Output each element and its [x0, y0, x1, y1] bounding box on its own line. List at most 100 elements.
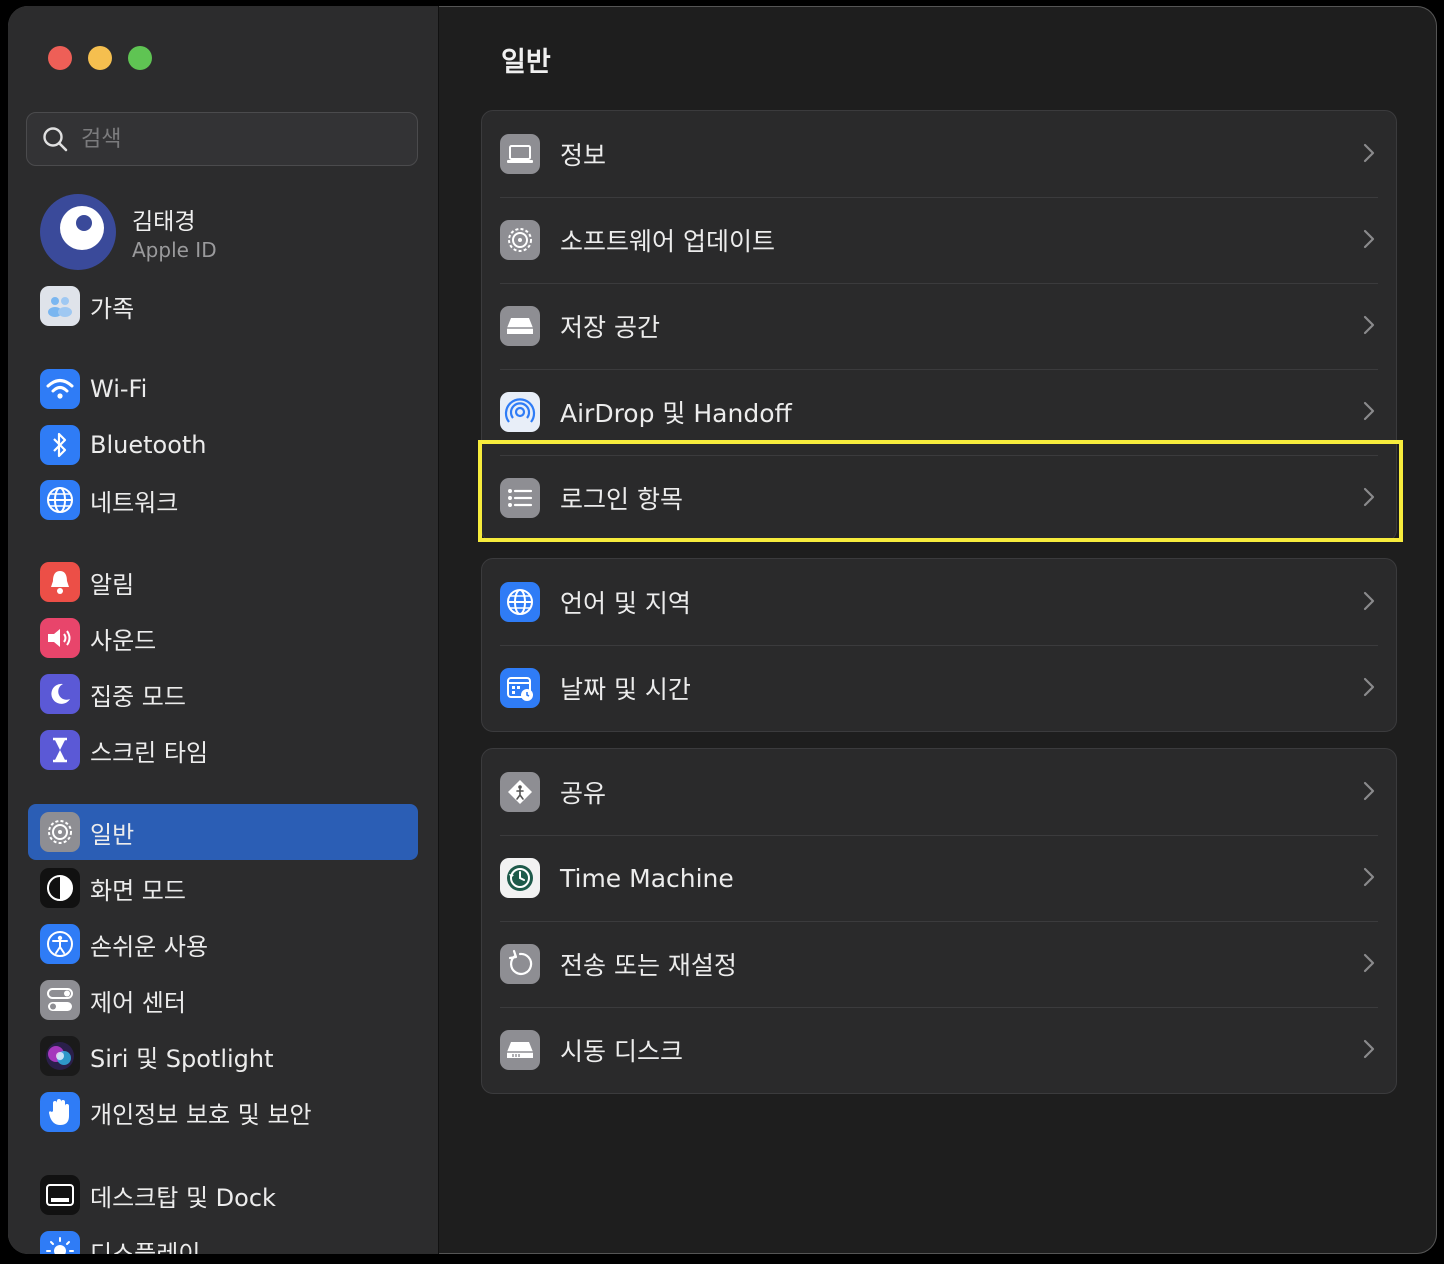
chevron-right-icon — [1363, 591, 1375, 611]
apple-id-account[interactable]: 김태경 Apple ID — [40, 194, 217, 270]
sidebar-item-network[interactable]: 네트워크 — [28, 472, 418, 528]
window-controls — [48, 46, 152, 70]
row-storage[interactable]: 저장 공간 — [482, 283, 1396, 369]
account-subtitle: Apple ID — [132, 238, 217, 262]
row-label: AirDrop 및 Handoff — [560, 399, 792, 428]
sidebar-item-label: Wi-Fi — [90, 375, 148, 403]
row-label: 소프트웨어 업데이트 — [560, 227, 775, 256]
bluetooth-icon — [40, 425, 80, 465]
sidebar-item-siri[interactable]: Siri 및 Spotlight — [28, 1028, 418, 1084]
search-field[interactable] — [26, 112, 418, 166]
list-icon — [500, 478, 540, 518]
sidebar-item-appearance[interactable]: 화면 모드 — [28, 860, 418, 916]
chevron-right-icon — [1363, 229, 1375, 249]
globe-icon — [40, 480, 80, 520]
sidebar-item-label: 제어 센터 — [90, 988, 186, 1017]
family-icon — [40, 286, 80, 326]
sidebar-item-label: 네트워크 — [90, 488, 179, 517]
row-label: 정보 — [560, 141, 607, 170]
row-language-region[interactable]: 언어 및 지역 — [482, 559, 1396, 645]
settings-group-3: 공유 Time Machine 전송 또는 재설정 시동 디스크 — [481, 748, 1397, 1094]
laptop-icon — [500, 134, 540, 174]
sidebar-item-displays[interactable]: 디스플레이 — [28, 1223, 418, 1254]
row-login-items[interactable]: 로그인 항목 — [482, 455, 1396, 541]
row-sharing[interactable]: 공유 — [482, 749, 1396, 835]
sidebar-item-focus[interactable]: 집중 모드 — [28, 666, 418, 722]
row-label: 시동 디스크 — [560, 1037, 683, 1066]
sidebar-item-wifi[interactable]: Wi-Fi — [28, 361, 418, 417]
sidebar-item-label: 사운드 — [90, 626, 157, 655]
sun-icon — [40, 1231, 80, 1254]
search-input[interactable] — [79, 125, 383, 153]
row-label: 전송 또는 재설정 — [560, 951, 737, 980]
chevron-right-icon — [1363, 143, 1375, 163]
sidebar-item-label: 일반 — [90, 820, 135, 849]
sharing-icon — [500, 772, 540, 812]
sidebar-item-notifications[interactable]: 알림 — [28, 554, 418, 610]
drive-icon — [500, 306, 540, 346]
sidebar-item-accessibility[interactable]: 손쉬운 사용 — [28, 916, 418, 972]
dock-icon — [40, 1175, 80, 1215]
chevron-right-icon — [1363, 781, 1375, 801]
settings-group-1: 정보 소프트웨어 업데이트 저장 공간 AirDrop 및 Handoff 로그… — [481, 110, 1397, 542]
sidebar-item-label: 알림 — [90, 570, 135, 599]
sidebar-item-sound[interactable]: 사운드 — [28, 610, 418, 666]
row-label: 로그인 항목 — [560, 485, 683, 514]
speaker-icon — [40, 618, 80, 658]
bell-icon — [40, 562, 80, 602]
sidebar-item-label: 손쉬운 사용 — [90, 932, 209, 961]
page-title: 일반 — [501, 47, 551, 78]
sidebar-item-label: Bluetooth — [90, 431, 207, 459]
reset-icon — [500, 944, 540, 984]
row-about[interactable]: 정보 — [482, 111, 1396, 197]
calendar-clock-icon — [500, 668, 540, 708]
settings-group-2: 언어 및 지역 날짜 및 시간 — [481, 558, 1397, 732]
search-icon — [43, 127, 68, 152]
accessibility-icon — [40, 924, 80, 964]
time-machine-icon — [500, 858, 540, 898]
appearance-icon — [40, 868, 80, 908]
row-label: 저장 공간 — [560, 313, 660, 342]
sidebar-item-desktop-dock[interactable]: 데스크탑 및 Dock — [28, 1167, 418, 1223]
sidebar-item-label: 디스플레이 — [90, 1239, 201, 1255]
chevron-right-icon — [1363, 315, 1375, 335]
row-startup-disk[interactable]: 시동 디스크 — [482, 1007, 1396, 1093]
minimize-button[interactable] — [88, 46, 112, 70]
gear-icon — [40, 812, 80, 852]
moon-icon — [40, 674, 80, 714]
row-label: 언어 및 지역 — [560, 589, 691, 618]
sidebar-item-label: 화면 모드 — [90, 876, 186, 905]
sidebar-item-label: 집중 모드 — [90, 682, 186, 711]
avatar — [40, 194, 116, 270]
sidebar-item-bluetooth[interactable]: Bluetooth — [28, 417, 418, 473]
close-button[interactable] — [48, 46, 72, 70]
sidebar-item-control-center[interactable]: 제어 센터 — [28, 972, 418, 1028]
chevron-right-icon — [1363, 677, 1375, 697]
row-airdrop-handoff[interactable]: AirDrop 및 Handoff — [482, 369, 1396, 455]
main-pane: 일반 정보 소프트웨어 업데이트 저장 공간 AirDrop 및 Handoff… — [439, 6, 1437, 1254]
airdrop-icon — [500, 392, 540, 432]
sidebar-item-general[interactable]: 일반 — [28, 804, 418, 860]
account-name: 김태경 — [132, 209, 196, 235]
siri-icon — [40, 1036, 80, 1076]
chevron-right-icon — [1363, 953, 1375, 973]
row-time-machine[interactable]: Time Machine — [482, 835, 1396, 921]
sidebar-item-screen-time[interactable]: 스크린 타임 — [28, 722, 418, 778]
row-label: 공유 — [560, 779, 607, 808]
gear-icon — [500, 220, 540, 260]
wifi-icon — [40, 369, 80, 409]
zoom-button[interactable] — [128, 46, 152, 70]
sidebar-item-label: 가족 — [90, 294, 135, 323]
sidebar-item-family[interactable]: 가족 — [28, 278, 418, 334]
row-transfer-reset[interactable]: 전송 또는 재설정 — [482, 921, 1396, 1007]
row-software-update[interactable]: 소프트웨어 업데이트 — [482, 197, 1396, 283]
chevron-right-icon — [1363, 867, 1375, 887]
chevron-right-icon — [1363, 487, 1375, 507]
hourglass-icon — [40, 730, 80, 770]
sidebar-item-privacy[interactable]: 개인정보 보호 및 보안 — [28, 1084, 418, 1140]
row-date-time[interactable]: 날짜 및 시간 — [482, 645, 1396, 731]
toggles-icon — [40, 980, 80, 1020]
sidebar-item-label: Siri 및 Spotlight — [90, 1044, 274, 1073]
sidebar-item-label: 스크린 타임 — [90, 738, 209, 767]
drive-icon — [500, 1030, 540, 1070]
